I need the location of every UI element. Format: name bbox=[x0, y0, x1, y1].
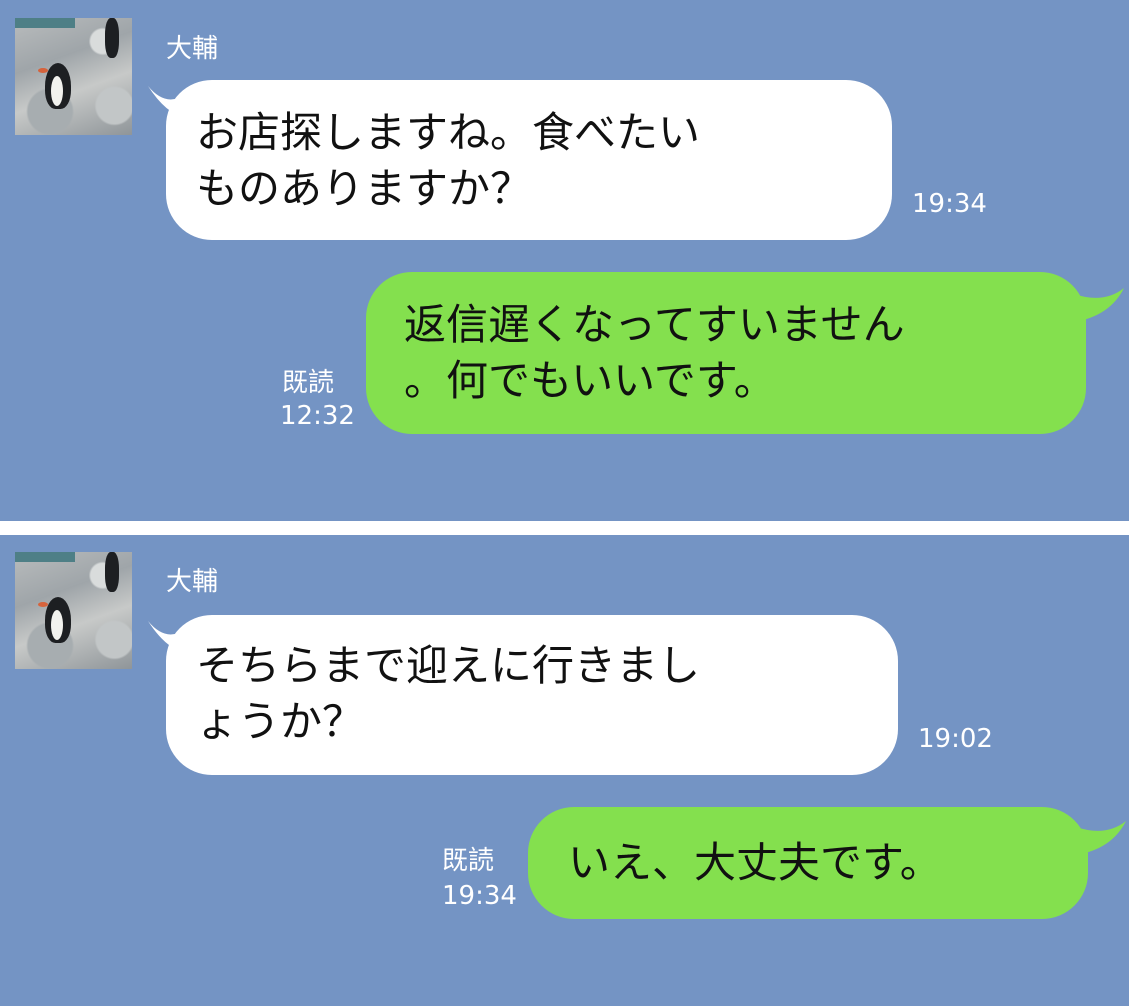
message-time: 19:02 bbox=[918, 724, 993, 754]
contact-name: 大輔 bbox=[166, 34, 219, 64]
bubble-tail-icon bbox=[1074, 288, 1124, 322]
contact-name: 大輔 bbox=[166, 567, 219, 597]
message-time: 12:32 bbox=[280, 401, 355, 431]
chat-panel-1: 大輔 お店探しますね。食べたい ものありますか？ 19:34 既読 12:32 … bbox=[0, 0, 1129, 521]
read-label: 既読 bbox=[282, 368, 335, 398]
message-line: ょうか？ bbox=[196, 697, 365, 746]
message-time: 19:34 bbox=[442, 881, 517, 911]
read-label: 既読 bbox=[442, 846, 495, 876]
message-line: そちらまで迎えに行きまし bbox=[196, 641, 701, 690]
outgoing-message-bubble[interactable]: いえ、大丈夫です。 bbox=[528, 807, 1088, 919]
contact-avatar[interactable] bbox=[15, 552, 132, 669]
bubble-tail-icon bbox=[1076, 821, 1126, 855]
contact-avatar[interactable] bbox=[15, 18, 132, 135]
message-line: お店探しますね。食べたい bbox=[196, 108, 701, 157]
message-line: 。何でもいいです。 bbox=[404, 356, 776, 405]
incoming-message-bubble[interactable]: そちらまで迎えに行きまし ょうか？ bbox=[166, 615, 898, 775]
message-line: いえ、大丈夫です。 bbox=[568, 838, 942, 887]
message-line: 返信遅くなってすいません bbox=[404, 300, 905, 349]
chat-panel-2: 大輔 そちらまで迎えに行きまし ょうか？ 19:02 既読 19:34 いえ、大… bbox=[0, 535, 1129, 1006]
message-time: 19:34 bbox=[912, 189, 987, 219]
outgoing-message-bubble[interactable]: 返信遅くなってすいません 。何でもいいです。 bbox=[366, 272, 1086, 434]
incoming-message-bubble[interactable]: お店探しますね。食べたい ものありますか？ bbox=[166, 80, 892, 240]
message-line: ものありますか？ bbox=[196, 164, 533, 213]
